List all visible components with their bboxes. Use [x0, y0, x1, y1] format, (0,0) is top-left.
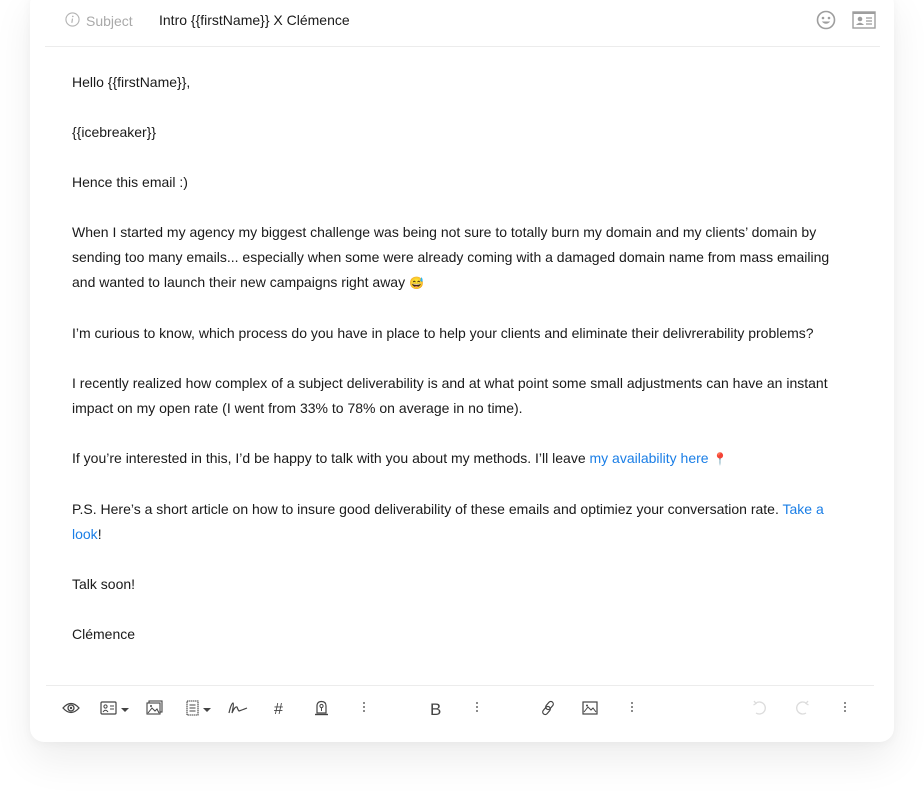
paragraph: I’m curious to know, which process do yo…	[72, 325, 814, 341]
paragraph: I recently realized how complex of a sub…	[72, 375, 828, 416]
paragraph: When I started my agency my biggest chal…	[72, 220, 842, 296]
paragraph: If you’re interested in this, I’d be hap…	[72, 446, 842, 472]
sweat-smile-emoji: 😅	[408, 276, 424, 290]
more-options-button[interactable]	[363, 702, 365, 722]
paragraph-text: !	[97, 526, 102, 542]
paragraph-text: When I started my agency my biggest chal…	[72, 224, 830, 290]
templates-dropdown[interactable]	[186, 699, 211, 721]
contact-card-icon[interactable]	[852, 10, 876, 30]
contact-card-icon	[100, 700, 117, 720]
bold-button[interactable]: B	[430, 700, 441, 720]
undo-icon	[752, 700, 768, 721]
greeting: Hello {{firstName}},	[72, 74, 191, 90]
undo-button[interactable]	[752, 700, 768, 720]
eye-icon	[62, 701, 80, 720]
image-icon	[582, 700, 598, 720]
emoji-icon[interactable]	[816, 10, 836, 30]
icebreaker-variable: {{icebreaker}}	[72, 124, 157, 140]
paragraph: Hence this email :)	[72, 174, 188, 190]
redo-icon	[794, 700, 810, 721]
link-icon	[540, 700, 556, 721]
hashtag-icon: #	[274, 701, 283, 718]
variables-dropdown[interactable]	[100, 700, 129, 720]
paragraph: Talk soon!	[72, 576, 136, 592]
image-gallery-icon	[146, 700, 163, 720]
more-actions-button[interactable]	[844, 702, 846, 722]
signature-button[interactable]	[228, 700, 248, 720]
signature-name: Clémence	[72, 626, 136, 642]
spintax-button[interactable]	[314, 700, 329, 720]
email-body-editor[interactable]: Hello {{firstName}}, {{icebreaker}} Henc…	[72, 70, 842, 672]
subject-row: Subject Intro {{firstName}} X Clémence	[45, 0, 880, 47]
chevron-down-icon	[121, 708, 129, 712]
subject-label: Subject	[65, 12, 133, 30]
more-insert-button[interactable]	[631, 702, 633, 722]
alarm-bell-icon	[314, 700, 329, 721]
pin-emoji: 📍	[712, 452, 728, 466]
document-icon	[186, 699, 199, 721]
insert-picture-button[interactable]	[582, 700, 598, 720]
hashtag-button[interactable]: #	[274, 700, 283, 720]
email-editor-card: Subject Intro {{firstName}} X Clémence H…	[30, 0, 894, 742]
paragraph-text: P.S. Here’s a short article on how to in…	[72, 501, 783, 517]
editor-toolbar: # B	[46, 685, 874, 732]
paragraph-text: If you’re interested in this, I’d be hap…	[72, 450, 590, 466]
signature-icon	[228, 701, 248, 720]
info-icon	[65, 12, 86, 30]
redo-button[interactable]	[794, 700, 810, 720]
more-formatting-button[interactable]	[476, 702, 478, 722]
subject-label-text: Subject	[86, 13, 133, 29]
insert-image-button[interactable]	[146, 700, 163, 720]
preview-button[interactable]	[62, 700, 80, 720]
availability-link[interactable]: my availability here	[590, 450, 709, 466]
paragraph: P.S. Here’s a short article on how to in…	[72, 497, 842, 547]
insert-link-button[interactable]	[540, 700, 556, 720]
subject-input[interactable]: Intro {{firstName}} X Clémence	[159, 12, 679, 28]
chevron-down-icon	[203, 708, 211, 712]
